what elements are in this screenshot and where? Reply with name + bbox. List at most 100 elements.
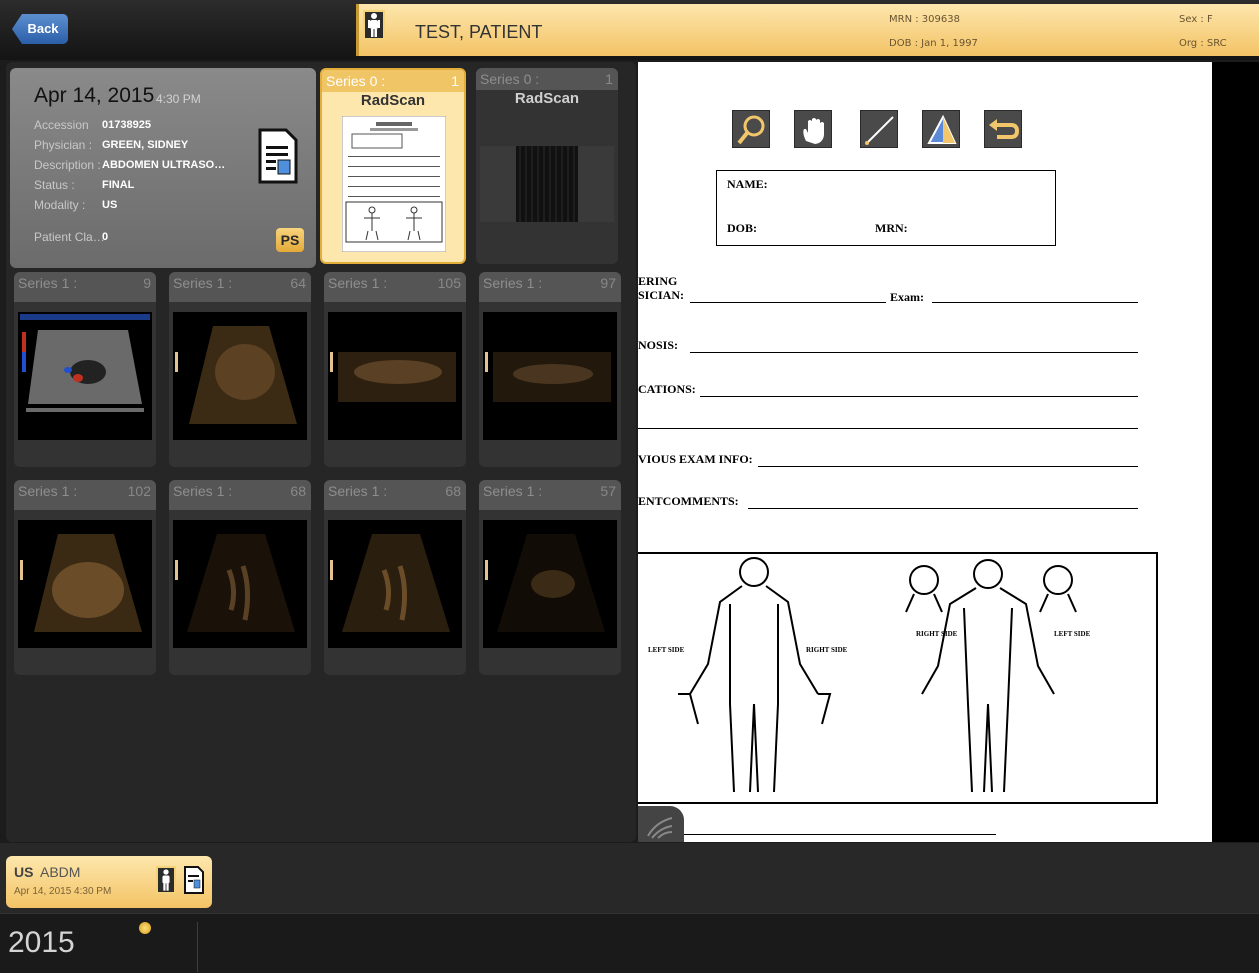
series-header: Series 0 : 1 bbox=[476, 68, 618, 90]
series-title: Series 1 : bbox=[328, 483, 388, 499]
measure-line-icon[interactable] bbox=[860, 110, 898, 148]
series-title: Series 1 : bbox=[483, 275, 543, 291]
left-side-label-front: LEFT SIDE bbox=[1054, 630, 1091, 638]
description-value: ABDOMEN ULTRASO… bbox=[102, 159, 226, 171]
patient-dob: DOB : Jan 1, 1997 bbox=[889, 38, 978, 49]
patient-icon[interactable] bbox=[156, 866, 176, 894]
reset-icon[interactable] bbox=[984, 110, 1022, 148]
series-count: 105 bbox=[437, 275, 461, 291]
physician-label: Physician : bbox=[34, 138, 93, 152]
patient-sex: Sex : F bbox=[1179, 14, 1213, 25]
window-level-icon[interactable] bbox=[922, 110, 960, 148]
series-header: Series 1 : 9 bbox=[14, 272, 156, 302]
series-title: Series 1 : bbox=[483, 483, 543, 499]
series-title: Series 1 : bbox=[173, 483, 233, 499]
series-thumbnail[interactable]: Series 1 : 57 bbox=[479, 480, 621, 675]
series-header: Series 0 : 1 bbox=[322, 70, 464, 92]
series-count: 102 bbox=[127, 483, 151, 499]
study-tab-modality: US bbox=[14, 864, 34, 880]
status-value: FINAL bbox=[102, 179, 135, 191]
form-line bbox=[932, 302, 1138, 303]
series-thumbnail[interactable]: Series 1 : 64 bbox=[169, 272, 311, 467]
modality-label: Modality : bbox=[34, 198, 86, 212]
study-date: Apr 14, 2015 bbox=[34, 84, 155, 107]
study-tab-date: Apr 14, 2015 4:30 PM bbox=[14, 886, 112, 897]
series-subtitle: RadScan bbox=[360, 92, 426, 109]
form-line bbox=[700, 396, 1138, 397]
study-info-card[interactable]: Apr 14, 2015 4:30 PM Accession 01738925 … bbox=[10, 68, 316, 268]
back-button[interactable]: Back bbox=[12, 14, 68, 44]
form-line bbox=[748, 508, 1138, 509]
series-title: Series 0 : bbox=[480, 71, 540, 87]
series-thumbnail[interactable]: Series 0 : 1 RadScan bbox=[320, 68, 466, 264]
timeline-divider bbox=[197, 922, 198, 972]
ultrasound-thumbnail bbox=[483, 520, 617, 648]
series-thumbnail[interactable]: Series 0 : 1 RadScan bbox=[476, 68, 618, 264]
series-title: Series 1 : bbox=[328, 275, 388, 291]
ultrasound-thumbnail bbox=[18, 312, 152, 440]
series-thumbnail[interactable]: Series 1 : 68 bbox=[169, 480, 311, 675]
study-tab[interactable]: US ABDM Apr 14, 2015 4:30 PM bbox=[6, 856, 212, 908]
document-icon[interactable] bbox=[258, 128, 298, 184]
accession-label: Accession bbox=[34, 118, 89, 132]
timeline[interactable]: 2015 bbox=[0, 913, 1259, 973]
left-side-label: LEFT SIDE bbox=[648, 646, 685, 654]
panel-toggle-button[interactable] bbox=[638, 806, 684, 842]
patient-info-box: NAME: DOB: MRN: bbox=[716, 170, 1056, 246]
study-time: 4:30 PM bbox=[156, 92, 201, 106]
document-viewer[interactable]: NAME: DOB: MRN: ERING SICIAN: Exam: NOSI… bbox=[638, 62, 1212, 842]
body-diagram-box: LEFT SIDE RIGHT SIDE RIGHT SIDE LEFT SID… bbox=[638, 552, 1158, 804]
form-ordering-label-1: ERING bbox=[638, 274, 678, 288]
ultrasound-thumbnail bbox=[483, 312, 617, 440]
right-side-label-front: RIGHT SIDE bbox=[916, 630, 958, 638]
timeline-study-marker[interactable] bbox=[139, 922, 151, 934]
ultrasound-thumbnail bbox=[173, 520, 307, 648]
series-count: 68 bbox=[445, 483, 461, 499]
patient-icon[interactable] bbox=[363, 10, 385, 40]
series-thumbnail[interactable]: Series 1 : 102 bbox=[14, 480, 156, 675]
form-thumbnail bbox=[342, 116, 446, 252]
status-label: Status : bbox=[34, 178, 75, 192]
series-title: Series 1 : bbox=[18, 275, 78, 291]
series-thumbnail[interactable]: Series 1 : 9 bbox=[14, 272, 156, 467]
patient-mrn: MRN : 309638 bbox=[889, 14, 960, 25]
series-thumbnail[interactable]: Series 1 : 105 bbox=[324, 272, 466, 467]
form-line bbox=[690, 302, 886, 303]
form-line bbox=[690, 352, 1138, 353]
pan-hand-icon[interactable] bbox=[794, 110, 832, 148]
ps-badge[interactable]: PS bbox=[276, 228, 304, 252]
patient-class-value: 0 bbox=[102, 231, 109, 243]
form-line bbox=[758, 466, 1138, 467]
form-mrn-label: MRN: bbox=[875, 221, 908, 235]
series-title: Series 1 : bbox=[18, 483, 78, 499]
ultrasound-thumbnail bbox=[18, 520, 152, 648]
form-name-label: NAME: bbox=[727, 177, 768, 191]
form-exam-label: Exam: bbox=[890, 290, 924, 304]
series-count: 57 bbox=[600, 483, 616, 499]
ultrasound-thumbnail bbox=[328, 312, 462, 440]
top-bar: Back TEST, PATIENT MRN : 309638 DOB : Ja… bbox=[0, 0, 1259, 60]
physician-value: GREEN, SIDNEY bbox=[102, 139, 189, 151]
series-title: Series 1 : bbox=[173, 275, 233, 291]
ultrasound-thumbnail bbox=[173, 312, 307, 440]
patient-banner: TEST, PATIENT MRN : 309638 DOB : Jan 1, … bbox=[356, 4, 1259, 56]
series-count: 9 bbox=[143, 275, 151, 291]
description-label: Description : bbox=[34, 158, 101, 172]
series-thumbnail[interactable]: Series 1 : 68 bbox=[324, 480, 466, 675]
series-header: Series 1 : 68 bbox=[169, 480, 311, 510]
form-ordering-label-2: SICIAN: bbox=[638, 288, 685, 302]
form-diagnosis-label: NOSIS: bbox=[638, 338, 679, 352]
accession-value: 01738925 bbox=[102, 119, 151, 131]
series-thumbnail[interactable]: Series 1 : 97 bbox=[479, 272, 621, 467]
body-diagram: LEFT SIDE RIGHT SIDE RIGHT SIDE LEFT SID… bbox=[648, 557, 1091, 793]
patient-name: TEST, PATIENT bbox=[415, 22, 543, 42]
series-header: Series 1 : 105 bbox=[324, 272, 466, 302]
patient-org: Org : SRC bbox=[1179, 38, 1227, 49]
form-line bbox=[678, 834, 996, 835]
timeline-year: 2015 bbox=[8, 926, 75, 959]
zoom-icon[interactable] bbox=[732, 110, 770, 148]
series-header: Series 1 : 97 bbox=[479, 272, 621, 302]
document-icon[interactable] bbox=[184, 866, 204, 894]
right-side-label: RIGHT SIDE bbox=[806, 646, 848, 654]
form-indications-label: CATIONS: bbox=[638, 382, 696, 396]
